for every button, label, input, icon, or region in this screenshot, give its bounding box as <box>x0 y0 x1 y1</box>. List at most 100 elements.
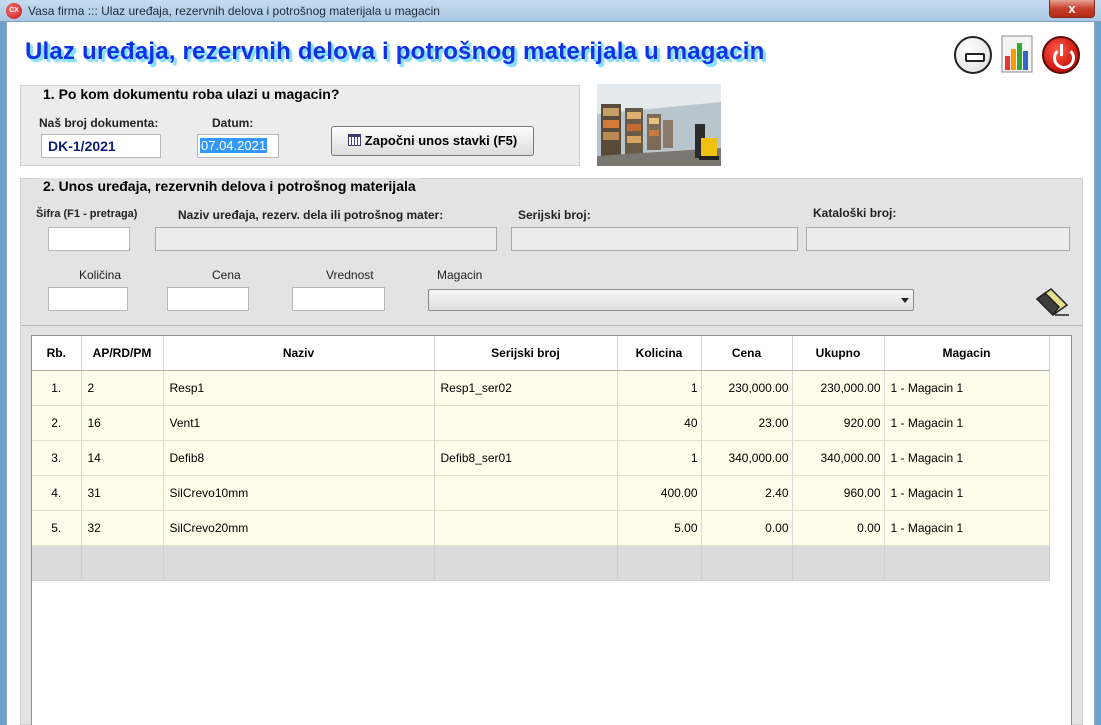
cell-code: 32 <box>81 510 164 546</box>
warehouse-label: Magacin <box>437 268 483 282</box>
cell-serial <box>434 510 618 546</box>
code-input[interactable] <box>48 227 130 251</box>
quantity-input[interactable] <box>48 287 128 311</box>
chart-report-icon[interactable] <box>1000 34 1034 74</box>
serial-label: Serijski broj: <box>518 208 591 222</box>
quantity-label: Količina <box>79 268 122 282</box>
warehouse-select[interactable] <box>428 289 914 311</box>
warehouse-image <box>597 84 721 166</box>
doc-number-label: Naš broj dokumenta: <box>39 116 159 130</box>
cell-quantity: 5.00 <box>617 510 702 546</box>
cell-rb: 5. <box>32 510 82 546</box>
table-row[interactable]: 4. 31 SilCrevo10mm 400.00 2.40 960.00 1 … <box>32 475 1050 511</box>
top-toolbar <box>954 34 1084 76</box>
start-entry-button[interactable]: Započni unos stavki (F5) <box>331 126 534 156</box>
empty-cell <box>792 545 885 581</box>
cell-total: 340,000.00 <box>792 440 885 476</box>
cell-price: 340,000.00 <box>701 440 793 476</box>
cell-warehouse: 1 - Magacin 1 <box>884 510 1050 546</box>
table-row[interactable]: 1. 2 Resp1 Resp1_ser02 1 230,000.00 230,… <box>32 370 1050 406</box>
cell-code: 2 <box>81 370 164 406</box>
value-label: Vrednost <box>326 268 374 282</box>
cell-quantity: 40 <box>617 405 702 441</box>
chevron-down-icon <box>901 298 909 303</box>
cell-total: 920.00 <box>792 405 885 441</box>
cell-total: 960.00 <box>792 475 885 511</box>
cell-name: SilCrevo20mm <box>163 510 435 546</box>
empty-cell <box>434 545 618 581</box>
cell-total: 230,000.00 <box>792 370 885 406</box>
cell-serial: Defib8_ser01 <box>434 440 618 476</box>
date-label: Datum: <box>212 116 254 130</box>
catalog-field <box>806 227 1070 251</box>
price-input[interactable] <box>167 287 249 311</box>
table-header-row: Rb. AP/RD/PM Naziv Serijski broj Kolicin… <box>32 336 1050 371</box>
cell-name: Defib8 <box>163 440 435 476</box>
cell-code: 31 <box>81 475 164 511</box>
cell-price: 2.40 <box>701 475 793 511</box>
cell-code: 16 <box>81 405 164 441</box>
date-field[interactable]: 07.04.2021 <box>197 134 279 158</box>
column-header[interactable]: Naziv <box>163 336 435 371</box>
cell-warehouse: 1 - Magacin 1 <box>884 440 1050 476</box>
cell-serial <box>434 475 618 511</box>
cell-quantity: 1 <box>617 370 702 406</box>
table-new-row[interactable] <box>32 545 1050 581</box>
column-header[interactable]: Ukupno <box>792 336 885 371</box>
column-header[interactable]: AP/RD/PM <box>81 336 164 371</box>
calendar-icon <box>347 134 361 146</box>
section-divider <box>21 325 1082 326</box>
column-header[interactable]: Kolicina <box>617 336 702 371</box>
name-field <box>155 227 497 251</box>
empty-cell <box>884 545 1050 581</box>
value-input[interactable] <box>292 287 385 311</box>
cell-quantity: 400.00 <box>617 475 702 511</box>
document-section-title: 1. Po kom dokumentu roba ulazi u magacin… <box>39 86 344 102</box>
cell-name: SilCrevo10mm <box>163 475 435 511</box>
window-close-button[interactable]: x <box>1049 0 1095 18</box>
cell-quantity: 1 <box>617 440 702 476</box>
cell-price: 230,000.00 <box>701 370 793 406</box>
name-label: Naziv uređaja, rezerv. dela ili potrošno… <box>178 208 444 222</box>
empty-cell <box>32 545 82 581</box>
cell-rb: 2. <box>32 405 82 441</box>
window-title: Vasa firma ::: Ulaz uređaja, rezervnih d… <box>28 4 440 18</box>
column-header[interactable]: Rb. <box>32 336 82 371</box>
empty-cell <box>163 545 435 581</box>
catalog-label: Kataloški broj: <box>813 206 897 220</box>
items-grid[interactable]: Rb. AP/RD/PM Naziv Serijski broj Kolicin… <box>31 335 1072 725</box>
window-titlebar: CX Vasa firma ::: Ulaz uređaja, rezervni… <box>0 0 1101 22</box>
cell-rb: 1. <box>32 370 82 406</box>
entry-section: 2. Unos uređaja, rezervnih delova i potr… <box>20 178 1083 725</box>
power-exit-icon[interactable] <box>1042 36 1080 74</box>
cell-warehouse: 1 - Magacin 1 <box>884 475 1050 511</box>
document-section: 1. Po kom dokumentu roba ulazi u magacin… <box>20 85 580 166</box>
entry-section-title: 2. Unos uređaja, rezervnih delova i potr… <box>39 178 420 194</box>
cell-warehouse: 1 - Magacin 1 <box>884 370 1050 406</box>
eraser-icon[interactable] <box>1033 285 1071 317</box>
table-row[interactable]: 2. 16 Vent1 40 23.00 920.00 1 - Magacin … <box>32 405 1050 441</box>
table-row[interactable]: 5. 32 SilCrevo20mm 5.00 0.00 0.00 1 - Ma… <box>32 510 1050 546</box>
empty-cell <box>81 545 164 581</box>
cell-total: 0.00 <box>792 510 885 546</box>
app-icon: CX <box>6 3 22 19</box>
column-header[interactable]: Serijski broj <box>434 336 618 371</box>
table-row[interactable]: 3. 14 Defib8 Defib8_ser01 1 340,000.00 3… <box>32 440 1050 476</box>
main-window: Ulaz uređaja, rezervnih delova i potrošn… <box>6 22 1095 725</box>
cell-name: Resp1 <box>163 370 435 406</box>
empty-cell <box>701 545 793 581</box>
cell-name: Vent1 <box>163 405 435 441</box>
cell-warehouse: 1 - Magacin 1 <box>884 405 1050 441</box>
column-header[interactable]: Magacin <box>884 336 1050 371</box>
serial-field <box>511 227 798 251</box>
items-table: Rb. AP/RD/PM Naziv Serijski broj Kolicin… <box>32 336 1050 581</box>
cell-rb: 4. <box>32 475 82 511</box>
doc-number-field[interactable]: DK-1/2021 <box>41 134 161 158</box>
start-entry-label: Započni unos stavki (F5) <box>364 133 518 148</box>
cell-price: 0.00 <box>701 510 793 546</box>
minimize-icon[interactable] <box>954 36 992 74</box>
code-label: Šifra (F1 - pretraga) <box>36 208 138 220</box>
column-header[interactable]: Cena <box>701 336 793 371</box>
date-value: 07.04.2021 <box>200 138 268 153</box>
price-label: Cena <box>212 268 241 282</box>
